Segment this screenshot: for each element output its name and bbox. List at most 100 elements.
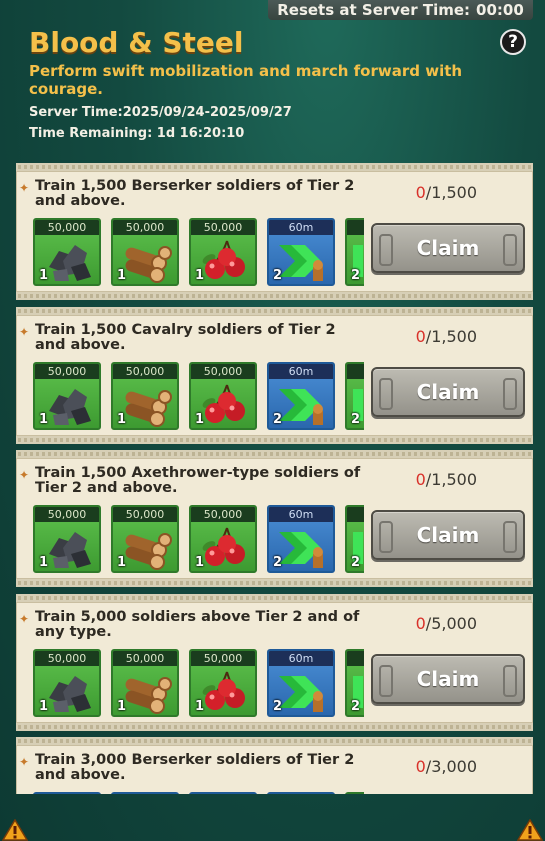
- task-description: Train 5,000 soldiers above Tier 2 and of…: [35, 608, 360, 640]
- training-speedup-icon[interactable]: 60m 2: [267, 361, 335, 430]
- task-description: Train 3,000 Berserker soldiers of Tier 2…: [35, 752, 355, 783]
- reward-list: 50,000 1 50,000 1 50,000 1 60m 2 2: [33, 505, 364, 573]
- training-speedup-icon[interactable]: 60m 2: [267, 218, 335, 286]
- cherries-food-icon[interactable]: 50,000 1: [189, 648, 257, 717]
- reward-count: 2: [273, 411, 283, 427]
- server-time: Server Time:2025/09/24-2025/09/27: [29, 105, 292, 120]
- reward-amount: 50,000: [113, 220, 177, 235]
- task-description: Train 1,500 Axethrower-type soldiers of …: [35, 465, 361, 496]
- claim-button[interactable]: Claim: [371, 223, 525, 273]
- reward-amount: [347, 220, 364, 235]
- reward-amount: 60m: [269, 220, 333, 235]
- reward-slot-icon[interactable]: [33, 792, 101, 794]
- reward-count: 1: [117, 555, 127, 570]
- reward-slot-icon[interactable]: [189, 792, 257, 794]
- diamond-bullet-icon: ✦: [19, 181, 30, 195]
- reward-amount: 50,000: [35, 650, 99, 666]
- iron-ore-icon[interactable]: 50,000 1: [33, 648, 101, 717]
- reward-count: 2: [351, 555, 361, 570]
- wood-logs-icon[interactable]: 50,000 1: [111, 505, 179, 573]
- reward-amount: 50,000: [35, 220, 99, 235]
- reward-slot-icon[interactable]: [267, 792, 335, 794]
- diamond-bullet-icon: ✦: [19, 611, 30, 626]
- progress-target: /3,000: [425, 757, 477, 776]
- reward-list: [33, 792, 364, 794]
- reward-count: 1: [39, 698, 49, 714]
- task-card: ✦ Train 5,000 soldiers above Tier 2 and o…: [16, 593, 533, 731]
- reward-count: 1: [117, 698, 127, 714]
- question-mark-icon[interactable]: ?: [500, 29, 526, 55]
- reward-amount: [347, 507, 364, 522]
- reward-amount: [347, 363, 364, 379]
- iron-ore-icon[interactable]: 50,000 1: [33, 218, 101, 286]
- wood-logs-icon[interactable]: 50,000 1: [111, 218, 179, 286]
- progress-current: 0: [415, 183, 426, 202]
- reward-amount: 50,000: [35, 363, 99, 379]
- task-description: Train 1,500 Berserker soldiers of Tier 2…: [35, 178, 355, 209]
- reward-amount: 60m: [269, 507, 333, 522]
- task-card: ✦ Train 3,000 Berserker soldiers of Tier …: [16, 737, 533, 794]
- reward-list: 50,000 1 50,000 1 50,000 1 60m 2 2: [33, 648, 364, 717]
- page-title: Blood & Steel: [29, 26, 244, 59]
- reward-count: 2: [273, 555, 283, 570]
- claim-button[interactable]: Claim: [371, 653, 525, 704]
- partial-reward-icon[interactable]: 2: [345, 648, 364, 717]
- task-progress: 0/1,500: [416, 327, 477, 346]
- reward-list: 50,000 1 50,000 1 50,000 1 60m 2 2: [33, 361, 364, 430]
- reward-slot-icon[interactable]: [345, 792, 364, 794]
- claim-button[interactable]: Claim: [371, 366, 525, 417]
- wood-logs-icon[interactable]: 50,000 1: [111, 648, 179, 717]
- task-description: Train 1,500 Cavalry soldiers of Tier 2 a…: [35, 321, 336, 353]
- reset-label: Resets at Server Time:: [277, 1, 471, 19]
- reward-count: 1: [195, 555, 205, 570]
- task-progress: 0/1,500: [416, 470, 477, 489]
- iron-ore-icon[interactable]: 50,000 1: [33, 505, 101, 573]
- partial-reward-icon[interactable]: 2: [345, 218, 364, 286]
- diamond-bullet-icon: ✦: [19, 324, 30, 339]
- progress-current: 0: [415, 613, 426, 633]
- progress-target: /1,500: [425, 470, 477, 489]
- page-subtitle: Perform swift mobilization and march for…: [29, 62, 463, 98]
- reward-count: 1: [195, 268, 205, 283]
- task-progress: 0/3,000: [416, 757, 477, 776]
- partial-reward-icon[interactable]: 2: [345, 505, 364, 573]
- task-card: ✦ Train 1,500 Axethrower-type soldiers of…: [16, 450, 533, 587]
- cherries-food-icon[interactable]: 50,000 1: [189, 361, 257, 430]
- progress-current: 0: [415, 757, 426, 776]
- partial-reward-icon[interactable]: 2: [345, 361, 364, 430]
- task-progress: 0/1,500: [416, 183, 477, 202]
- cherries-food-icon[interactable]: 50,000 1: [189, 505, 257, 573]
- progress-target: /1,500: [425, 326, 477, 346]
- reward-amount: 50,000: [191, 650, 255, 666]
- reward-count: 1: [117, 268, 127, 283]
- warning-icon[interactable]: [517, 819, 543, 841]
- time-remaining: Time Remaining: 1d 16:20:10: [29, 126, 245, 141]
- task-list[interactable]: ✦ Train 1,500 Berserker soldiers of Tier …: [16, 163, 533, 794]
- reward-count: 2: [273, 698, 283, 714]
- iron-ore-icon[interactable]: 50,000 1: [33, 361, 101, 430]
- wood-logs-icon[interactable]: 50,000 1: [111, 361, 179, 430]
- reward-count: 1: [39, 268, 49, 283]
- reward-count: 2: [351, 698, 361, 714]
- task-card: ✦ Train 1,500 Cavalry soldiers of Tier 2 …: [16, 306, 533, 444]
- claim-button[interactable]: Claim: [371, 510, 525, 560]
- diamond-bullet-icon: ✦: [19, 468, 30, 482]
- training-speedup-icon[interactable]: 60m 2: [267, 648, 335, 717]
- progress-current: 0: [415, 470, 426, 489]
- reward-count: 1: [39, 555, 49, 570]
- reward-count: 1: [195, 698, 205, 714]
- progress-target: /1,500: [425, 183, 477, 202]
- reward-slot-icon[interactable]: [111, 792, 179, 794]
- warning-icon[interactable]: [2, 819, 28, 841]
- reward-count: 1: [195, 411, 205, 427]
- reward-count: 1: [117, 411, 127, 427]
- reward-amount: 50,000: [191, 507, 255, 522]
- cherries-food-icon[interactable]: 50,000 1: [189, 218, 257, 286]
- reward-amount: 50,000: [191, 363, 255, 379]
- reset-banner: Resets at Server Time: 00:00: [268, 0, 533, 20]
- diamond-bullet-icon: ✦: [19, 755, 30, 769]
- reward-amount: [347, 650, 364, 666]
- reward-amount: 50,000: [113, 650, 177, 666]
- training-speedup-icon[interactable]: 60m 2: [267, 505, 335, 573]
- reward-count: 2: [273, 268, 283, 283]
